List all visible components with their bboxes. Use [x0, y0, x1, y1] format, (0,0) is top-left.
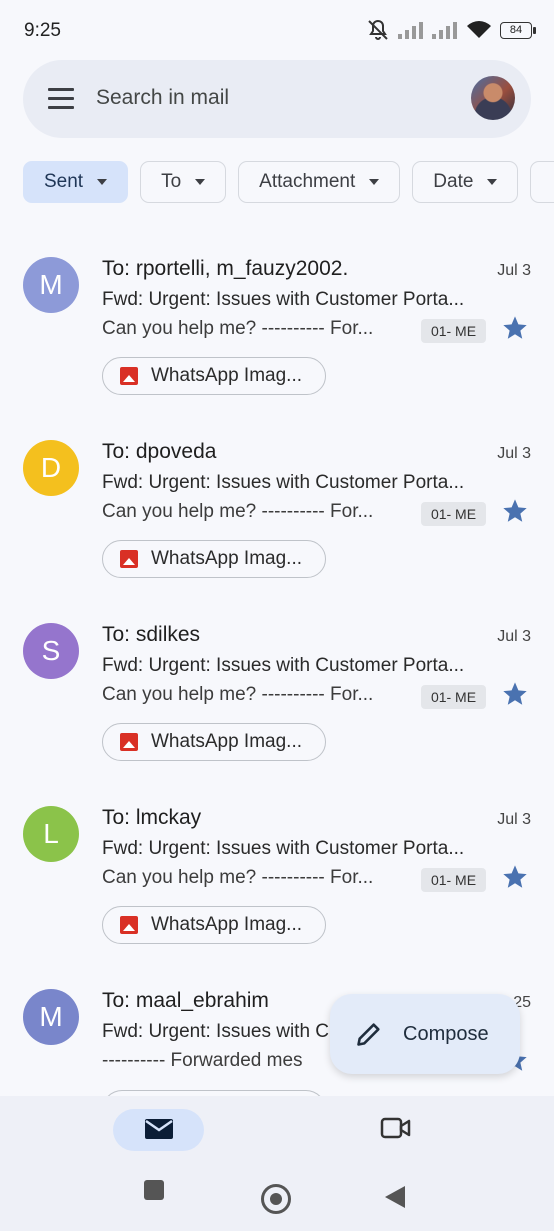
filter-chip-label: Sent: [44, 171, 84, 192]
mail-date: Jul 3: [497, 811, 531, 828]
attachment-chip[interactable]: WhatsApp Imag...: [102, 723, 326, 761]
mail-subject: Fwd: Urgent: Issues with Customer Porta.…: [102, 655, 465, 676]
mail-snippet: Can you help me? ---------- For...: [102, 501, 374, 522]
image-icon: [120, 550, 138, 568]
attachment-chip[interactable]: WhatsApp Imag...: [102, 540, 326, 578]
mail-snippet: Can you help me? ---------- For...: [102, 318, 374, 339]
battery-icon: 84: [500, 21, 536, 39]
sender-avatar[interactable]: D: [23, 440, 79, 496]
status-icons: 84: [366, 18, 536, 42]
filter-chips: Sent To Attachment Date: [23, 161, 554, 205]
mail-row[interactable]: M To: rportelli, m_fauzy2002. Jul 3 Fwd: Ur…: [0, 230, 554, 410]
mail-date: Jul 3: [497, 262, 531, 279]
mail-subject: Fwd: Urgent: Issues with Customer Porta.…: [102, 838, 465, 859]
star-icon[interactable]: [501, 680, 529, 708]
caret-down-icon: [487, 179, 498, 185]
compose-button[interactable]: Compose: [330, 994, 520, 1074]
menu-icon[interactable]: [48, 88, 74, 110]
filter-chip-attachment[interactable]: Attachment: [238, 161, 401, 203]
nav-meet[interactable]: [380, 1116, 412, 1145]
status-bar: 9:25 84: [0, 0, 554, 58]
signal-icon: [398, 22, 423, 39]
star-icon[interactable]: [501, 497, 529, 525]
mail-subject: Fwd: Urgent: Issues with Customer Porta.…: [102, 289, 465, 310]
mail-recipients: To: sdilkes: [102, 623, 201, 646]
image-icon: [120, 916, 138, 934]
mail-recipients: To: dpoveda: [102, 440, 217, 463]
filter-chip-more[interactable]: [530, 161, 554, 203]
recents-button[interactable]: [144, 1180, 164, 1200]
attachment-chip[interactable]: WhatsApp Imag...: [102, 906, 326, 944]
filter-chip-label: Date: [433, 171, 474, 192]
mail-recipients: To: rportelli, m_fauzy2002.: [102, 257, 349, 280]
search-bar[interactable]: Search in mail: [23, 60, 531, 138]
sender-avatar[interactable]: M: [23, 989, 79, 1045]
status-time: 9:25: [24, 20, 61, 41]
signal-icon-2: [432, 22, 457, 39]
mail-label-chip: 01- ME: [421, 502, 486, 526]
star-icon[interactable]: [501, 863, 529, 891]
filter-chip-label: Attachment: [259, 171, 356, 192]
nav-mail[interactable]: [113, 1109, 204, 1151]
caret-down-icon: [97, 179, 108, 185]
sender-avatar[interactable]: L: [23, 806, 79, 862]
sender-avatar[interactable]: M: [23, 257, 79, 313]
home-button[interactable]: [261, 1184, 291, 1214]
video-icon: [380, 1117, 411, 1139]
attachment-chip[interactable]: WhatsApp Imag...: [102, 357, 326, 395]
filter-chip-to[interactable]: To: [140, 161, 227, 203]
filter-chip-sent[interactable]: Sent: [23, 161, 129, 203]
mail-row[interactable]: S To: sdilkes Jul 3 Fwd: Urgent: Issues wit…: [0, 596, 554, 776]
mail-label-chip: 01- ME: [421, 319, 486, 343]
compose-label: Compose: [403, 1022, 489, 1045]
mute-icon: [368, 19, 388, 40]
star-icon[interactable]: [501, 314, 529, 342]
mail-date: Jul 3: [497, 445, 531, 462]
mail-recipients: To: lmckay: [102, 806, 202, 829]
caret-down-icon: [369, 179, 380, 185]
image-icon: [120, 733, 138, 751]
mail-subject: Fwd: Urgent: Issues with Customer Porta.…: [102, 472, 465, 493]
back-button[interactable]: [385, 1186, 405, 1208]
sender-avatar[interactable]: S: [23, 623, 79, 679]
search-input[interactable]: Search in mail: [96, 86, 229, 110]
mail-snippet: Can you help me? ---------- For...: [102, 867, 374, 888]
mail-label-chip: 01- ME: [421, 868, 486, 892]
mail-date: Jul 3: [497, 628, 531, 645]
mail-label-chip: 01- ME: [421, 685, 486, 709]
filter-chip-label: To: [161, 171, 182, 192]
attachment-name: WhatsApp Imag...: [151, 548, 303, 569]
mail-row[interactable]: L To: lmckay Jul 3 Fwd: Urgent: Issues with…: [0, 779, 554, 959]
attachment-name: WhatsApp Imag...: [151, 731, 303, 752]
image-icon: [120, 367, 138, 385]
wifi-icon: [467, 21, 491, 38]
mail-icon: [145, 1119, 173, 1139]
pencil-icon: [357, 1023, 380, 1046]
caret-down-icon: [195, 179, 206, 185]
mail-snippet: Can you help me? ---------- For...: [102, 684, 374, 705]
attachment-name: WhatsApp Imag...: [151, 365, 303, 386]
filter-chip-date[interactable]: Date: [412, 161, 519, 203]
attachment-name: WhatsApp Imag...: [151, 914, 303, 935]
mail-row[interactable]: D To: dpoveda Jul 3 Fwd: Urgent: Issues wit…: [0, 413, 554, 593]
account-avatar[interactable]: [471, 76, 515, 120]
mail-recipients: To: maal_ebrahim: [102, 989, 269, 1012]
